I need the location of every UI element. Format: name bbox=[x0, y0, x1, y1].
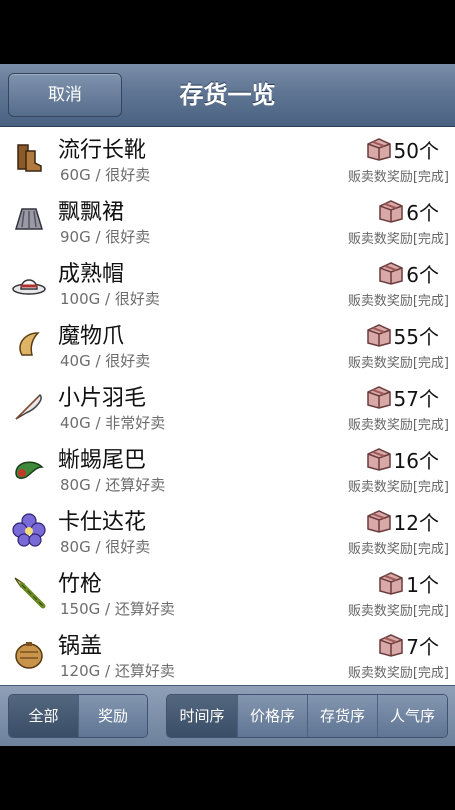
inventory-list[interactable]: 流行长靴 60G / 很好卖 50个 贩卖数奖励[完成] 飘飘裙 90G / 很… bbox=[0, 127, 455, 685]
item-count: 6个 bbox=[406, 262, 439, 287]
item-price-popularity: 60G / 很好卖 bbox=[60, 166, 151, 184]
filter-segmented-control: 全部 奖励 bbox=[8, 694, 148, 738]
sales-bonus-status: 贩卖数奖励[完成] bbox=[347, 480, 449, 495]
item-name: 魔物爪 bbox=[58, 324, 125, 349]
item-name: 成熟帽 bbox=[58, 262, 125, 287]
stock-box-icon bbox=[379, 200, 404, 223]
list-item[interactable]: 锅盖 120G / 还算好卖 7个 贩卖数奖励[完成] bbox=[0, 623, 455, 685]
item-name: 蜥蜴尾巴 bbox=[58, 448, 147, 473]
item-name: 飘飘裙 bbox=[58, 200, 125, 225]
item-stock: 7个 bbox=[378, 631, 439, 659]
list-item[interactable]: 小片羽毛 40G / 非常好卖 57个 贩卖数奖励[完成] bbox=[0, 375, 455, 438]
stock-box-icon bbox=[366, 510, 391, 533]
item-price-popularity: 40G / 非常好卖 bbox=[60, 414, 166, 432]
item-name: 流行长靴 bbox=[58, 138, 147, 163]
item-count: 1个 bbox=[406, 572, 439, 597]
sort-time-button[interactable]: 时间序 bbox=[167, 695, 237, 737]
item-name: 竹枪 bbox=[58, 572, 103, 597]
sales-bonus-status: 贩卖数奖励[完成] bbox=[347, 356, 449, 371]
skirt-icon bbox=[14, 208, 44, 230]
header-bar: 取消 存货一览 bbox=[0, 64, 455, 127]
item-price-popularity: 80G / 还算好卖 bbox=[60, 476, 166, 494]
sales-bonus-status: 贩卖数奖励[完成] bbox=[347, 666, 449, 681]
item-count: 57个 bbox=[393, 386, 439, 411]
sales-bonus-status: 贩卖数奖励[完成] bbox=[347, 418, 449, 433]
sort-stock-button[interactable]: 存货序 bbox=[307, 695, 377, 737]
lizard-tail-icon bbox=[15, 461, 44, 479]
item-count: 55个 bbox=[393, 324, 439, 349]
item-stock: 6个 bbox=[378, 197, 439, 225]
item-name: 小片羽毛 bbox=[58, 386, 147, 411]
footer-toolbar: 全部 奖励 时间序 价格序 存货序 人气序 bbox=[0, 685, 455, 746]
item-count: 16个 bbox=[393, 448, 439, 473]
item-price-popularity: 150G / 还算好卖 bbox=[60, 600, 175, 618]
sales-bonus-status: 贩卖数奖励[完成] bbox=[347, 232, 449, 247]
item-price-popularity: 80G / 很好卖 bbox=[60, 538, 151, 556]
stock-box-icon bbox=[366, 448, 391, 471]
list-item[interactable]: 魔物爪 40G / 很好卖 55个 贩卖数奖励[完成] bbox=[0, 313, 455, 376]
item-stock: 6个 bbox=[378, 259, 439, 287]
bamboo-spear-icon bbox=[14, 577, 46, 609]
item-count: 7个 bbox=[406, 634, 439, 659]
filter-all-button[interactable]: 全部 bbox=[9, 695, 78, 737]
stock-box-icon bbox=[379, 634, 404, 657]
list-item[interactable]: 成熟帽 100G / 很好卖 6个 贩卖数奖励[完成] bbox=[0, 251, 455, 314]
list-item[interactable]: 蜥蜴尾巴 80G / 还算好卖 16个 贩卖数奖励[完成] bbox=[0, 437, 455, 500]
stock-box-icon bbox=[379, 262, 404, 285]
hat-icon bbox=[12, 279, 46, 295]
list-item[interactable]: 竹枪 150G / 还算好卖 1个 贩卖数奖励[完成] bbox=[0, 561, 455, 624]
item-count: 6个 bbox=[406, 200, 439, 225]
item-stock: 12个 bbox=[366, 507, 439, 535]
item-stock: 57个 bbox=[366, 383, 439, 411]
item-stock: 16个 bbox=[366, 445, 439, 473]
item-stock: 55个 bbox=[366, 321, 439, 349]
item-count: 12个 bbox=[393, 510, 439, 535]
item-price-popularity: 90G / 很好卖 bbox=[60, 228, 151, 246]
sales-bonus-status: 贩卖数奖励[完成] bbox=[347, 170, 449, 185]
sort-popularity-button[interactable]: 人气序 bbox=[377, 695, 447, 737]
list-item[interactable]: 流行长靴 60G / 很好卖 50个 贩卖数奖励[完成] bbox=[0, 127, 455, 190]
cancel-button[interactable]: 取消 bbox=[8, 73, 122, 117]
list-item[interactable]: 飘飘裙 90G / 很好卖 6个 贩卖数奖励[完成] bbox=[0, 189, 455, 252]
item-stock: 50个 bbox=[366, 135, 439, 163]
filter-bonus-button[interactable]: 奖励 bbox=[78, 695, 147, 737]
sort-price-button[interactable]: 价格序 bbox=[237, 695, 307, 737]
boots-icon bbox=[17, 144, 42, 172]
list-item[interactable]: 卡仕达花 80G / 很好卖 12个 贩卖数奖励[完成] bbox=[0, 499, 455, 562]
pot-lid-icon bbox=[15, 642, 43, 669]
sales-bonus-status: 贩卖数奖励[完成] bbox=[347, 604, 449, 619]
stock-box-icon bbox=[366, 324, 391, 347]
item-name: 卡仕达花 bbox=[58, 510, 147, 535]
item-price-popularity: 120G / 还算好卖 bbox=[60, 662, 175, 680]
stock-box-icon bbox=[366, 386, 391, 409]
item-name: 锅盖 bbox=[58, 634, 103, 659]
stock-box-icon bbox=[366, 138, 391, 161]
item-price-popularity: 40G / 很好卖 bbox=[60, 352, 151, 370]
item-count: 50个 bbox=[393, 138, 439, 163]
claw-icon bbox=[19, 332, 40, 356]
item-price-popularity: 100G / 很好卖 bbox=[60, 290, 160, 308]
sort-segmented-control: 时间序 价格序 存货序 人气序 bbox=[166, 694, 448, 738]
sales-bonus-status: 贩卖数奖励[完成] bbox=[347, 542, 449, 557]
item-stock: 1个 bbox=[378, 569, 439, 597]
flower-icon bbox=[12, 513, 46, 547]
sales-bonus-status: 贩卖数奖励[完成] bbox=[347, 294, 449, 309]
feather-icon bbox=[15, 393, 42, 420]
stock-box-icon bbox=[379, 572, 404, 595]
